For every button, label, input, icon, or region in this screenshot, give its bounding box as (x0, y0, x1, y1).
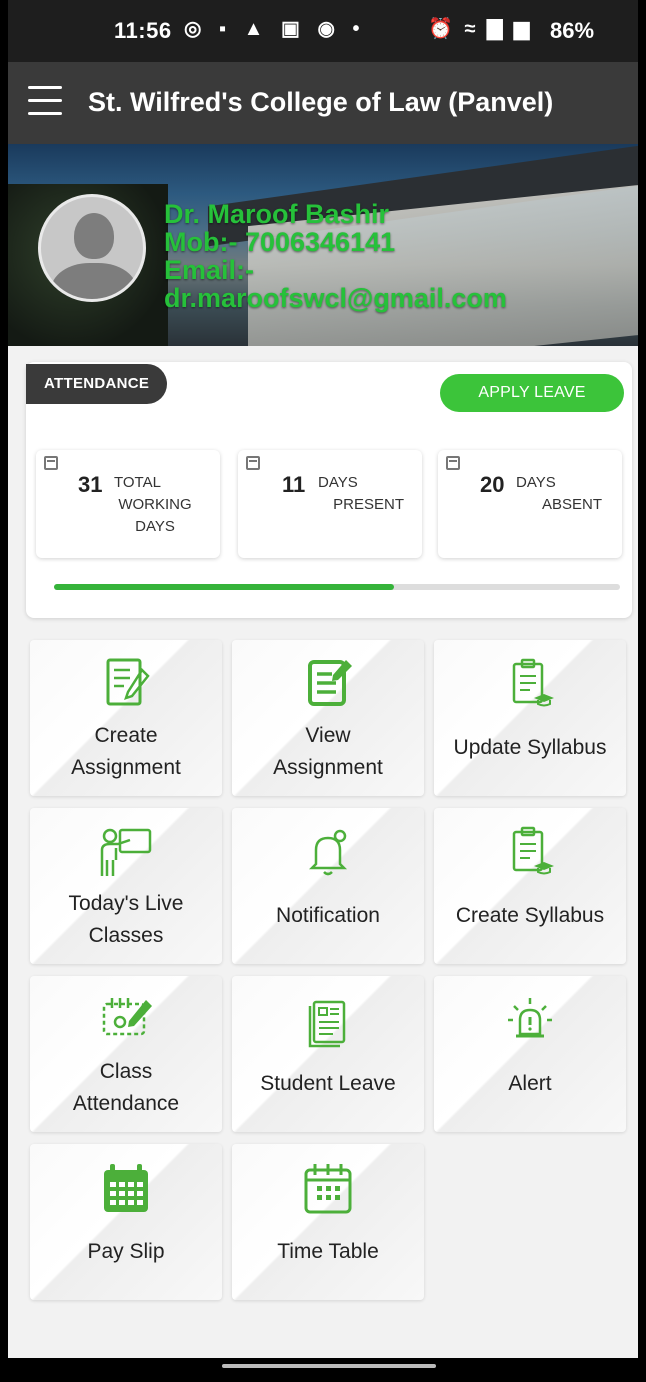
profile-email-label: Email:- (164, 255, 255, 285)
bell-icon (298, 822, 358, 882)
status-bar: 11:56 ◎ ▪ ▲ ▣ ◉ • ⏰ ≈ ▇ ▆ 86% (8, 0, 638, 62)
assignment-edit-icon (96, 654, 156, 714)
calendar-outline-icon (298, 1158, 358, 1218)
stat-total-working-days: 31 TOTAL WORKING DAYS (36, 450, 220, 558)
tile-todays-live-classes[interactable]: Today's Live Classes (30, 808, 222, 964)
avatar-head-icon (74, 213, 114, 259)
system-nav-bar (0, 1358, 646, 1382)
tile-create-assignment[interactable]: Create Assignment (30, 640, 222, 796)
apply-leave-button[interactable]: APPLY LEAVE (440, 374, 624, 412)
tile-create-syllabus[interactable]: Create Syllabus (434, 808, 626, 964)
system-status-icons: ⏰ ≈ ▇ ▆ (428, 18, 533, 40)
battery-level: 86% (550, 18, 595, 43)
stat-value: 31 (78, 472, 103, 497)
stat-label: DAYS ABSENT (516, 474, 602, 513)
assignment-view-icon (298, 654, 358, 714)
profile-mobile: Mob:- 7006346141 (164, 227, 396, 257)
teacher-board-icon (96, 822, 156, 882)
tile-pay-slip[interactable]: Pay Slip (30, 1144, 222, 1300)
stat-value: 11 (282, 472, 306, 497)
status-time: 11:56 (114, 18, 172, 43)
stat-value: 20 (480, 472, 505, 497)
avatar[interactable] (38, 194, 146, 302)
profile-email: dr.maroofswcl@gmail.com (164, 283, 507, 313)
tile-label: Student Leave (260, 1072, 396, 1095)
tile-label: Notification (276, 904, 380, 927)
tile-student-leave[interactable]: Student Leave (232, 976, 424, 1132)
attendance-progress-bar (54, 584, 620, 590)
alert-siren-icon (500, 990, 560, 1050)
tile-label: Update Syllabus (453, 736, 607, 759)
attendance-calendar-icon (96, 990, 156, 1050)
tile-label: View Assignment (273, 724, 383, 779)
profile-details: Dr. Maroof Bashir Mob:- 7006346141 Email… (164, 200, 507, 312)
tile-notification[interactable]: Notification (232, 808, 424, 964)
tile-label: Today's Live Classes (68, 892, 184, 947)
app-bar: St. Wilfred's College of Law (Panvel) (8, 62, 638, 144)
calendar-filled-icon (96, 1158, 156, 1218)
syllabus-clipboard-icon (500, 654, 560, 714)
calendar-icon (446, 456, 460, 470)
stat-label: DAYS PRESENT (318, 474, 404, 513)
home-gesture-handle[interactable] (222, 1364, 436, 1368)
app-title: St. Wilfred's College of Law (Panvel) (88, 87, 554, 117)
stat-days-absent: 20 DAYS ABSENT (438, 450, 622, 558)
attendance-label: ATTENDANCE (26, 364, 168, 404)
attendance-card: ATTENDANCE APPLY LEAVE 31 TOTAL WORKING … (26, 362, 632, 618)
stat-days-present: 11 DAYS PRESENT (238, 450, 422, 558)
tile-time-table[interactable]: Time Table (232, 1144, 424, 1300)
tile-label: Pay Slip (87, 1240, 165, 1263)
avatar-body-icon (51, 263, 137, 299)
tile-label: Alert (508, 1072, 552, 1095)
tile-label: Create Assignment (71, 724, 181, 779)
calendar-icon (246, 456, 260, 470)
tile-label: Time Table (277, 1240, 379, 1263)
document-stack-icon (298, 990, 358, 1050)
stat-label: TOTAL WORKING DAYS (114, 474, 192, 535)
notification-icons: ◎ ▪ ▲ ▣ ◉ • (184, 18, 366, 40)
tile-alert[interactable]: Alert (434, 976, 626, 1132)
profile-banner: Dr. Maroof Bashir Mob:- 7006346141 Email… (8, 144, 638, 346)
menu-icon[interactable] (28, 86, 62, 116)
tile-label: Class Attendance (72, 1060, 180, 1115)
tile-update-syllabus[interactable]: Update Syllabus (434, 640, 626, 796)
tile-view-assignment[interactable]: View Assignment (232, 640, 424, 796)
profile-name: Dr. Maroof Bashir (164, 199, 390, 229)
attendance-progress-fill (54, 584, 394, 590)
syllabus-clipboard-icon (500, 822, 560, 882)
tile-label: Create Syllabus (455, 904, 605, 927)
tile-class-attendance[interactable]: Class Attendance (30, 976, 222, 1132)
phone-screen: 11:56 ◎ ▪ ▲ ▣ ◉ • ⏰ ≈ ▇ ▆ 86% St. Wilfre… (8, 0, 638, 1382)
calendar-icon (44, 456, 58, 470)
